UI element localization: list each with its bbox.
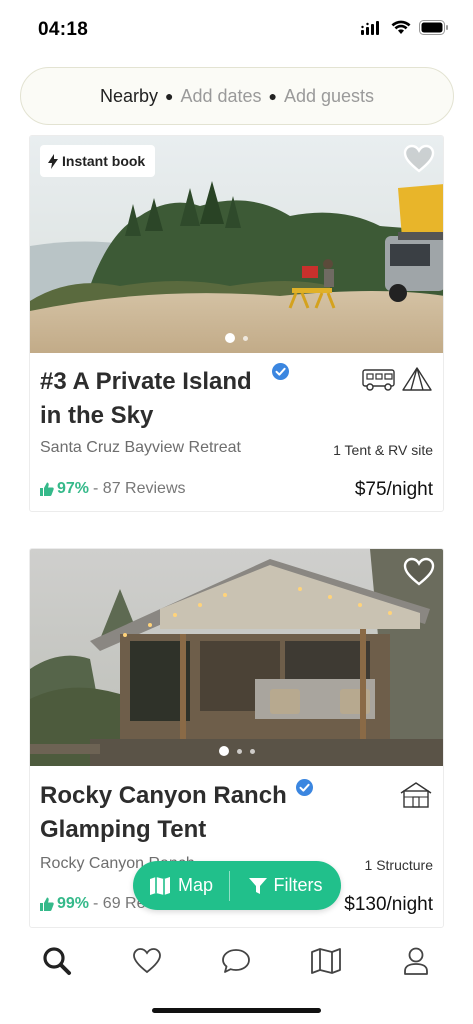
search-bar[interactable]: Nearby ● Add dates ● Add guests — [20, 67, 454, 125]
status-time: 04:18 — [38, 19, 89, 40]
filters-button[interactable]: Filters — [230, 861, 341, 910]
listing-title-line1: #3 A Private Island — [40, 368, 252, 395]
rating-percent: 97% — [57, 480, 90, 497]
tab-messages[interactable] — [216, 941, 256, 981]
guests-filter[interactable]: Add guests — [284, 86, 374, 107]
site-type: 1 Structure — [364, 857, 433, 873]
photo-pagination-dots — [30, 746, 443, 756]
site-type-icons — [399, 781, 433, 814]
listing-title[interactable]: #3 A Private Island in the Sky — [40, 365, 360, 433]
pagination-dot — [236, 748, 242, 754]
rating: 97% - 87 Reviews — [40, 480, 186, 498]
verified-badge-icon — [272, 363, 289, 380]
listing-title-line2: Glamping Tent — [40, 816, 207, 843]
map-icon — [149, 876, 170, 895]
instant-book-badge: Instant book — [40, 145, 156, 177]
pagination-dot — [243, 335, 248, 341]
rating-percent: 99% — [57, 895, 90, 912]
battery-icon — [419, 20, 448, 35]
price: $130/night — [344, 894, 433, 915]
tab-search[interactable] — [37, 941, 77, 981]
heart-icon — [132, 948, 161, 974]
price: $75/night — [354, 479, 433, 500]
dates-filter[interactable]: Add dates — [180, 86, 261, 107]
thumbs-up-icon — [40, 897, 54, 911]
status-bar: 04:18 — [0, 0, 473, 60]
map-button-label: Map — [177, 875, 213, 895]
listing-card[interactable]: Instant book #3 A Private Island in the … — [29, 135, 444, 512]
site-type: 1 Tent & RV site — [333, 442, 433, 458]
separator-dot: ● — [268, 88, 277, 104]
lightning-bolt-icon — [48, 153, 58, 169]
tent-icon — [402, 367, 432, 391]
host-name: Santa Cruz Bayview Retreat — [40, 439, 241, 456]
pagination-dot — [249, 748, 255, 754]
wifi-icon — [391, 20, 411, 34]
bottom-tab-bar — [0, 936, 473, 986]
favorite-heart-icon[interactable] — [403, 144, 435, 174]
map-icon — [311, 948, 342, 974]
map-button[interactable]: Map — [133, 861, 229, 910]
cellular-signal-icon — [361, 20, 379, 35]
favorite-heart-icon[interactable] — [403, 557, 435, 587]
site-type-icons — [361, 366, 433, 397]
tab-profile[interactable] — [396, 941, 436, 981]
filter-funnel-icon — [248, 877, 267, 894]
listing-photo[interactable]: Instant book — [30, 136, 443, 353]
tab-map[interactable] — [306, 941, 346, 981]
map-filters-floating-button: Map Filters — [133, 861, 341, 910]
location-filter[interactable]: Nearby — [100, 86, 158, 107]
photo-pagination-dots — [30, 333, 443, 343]
profile-icon — [404, 947, 428, 975]
home-indicator — [152, 1008, 321, 1013]
rv-icon — [361, 369, 395, 391]
chat-icon — [222, 949, 251, 973]
review-count: - 87 Reviews — [93, 480, 186, 497]
tab-favorites[interactable] — [127, 941, 167, 981]
verified-badge-icon — [296, 779, 313, 796]
listing-photo[interactable] — [30, 549, 443, 766]
listing-title-line2: in the Sky — [40, 402, 154, 429]
status-icons — [361, 20, 449, 35]
search-icon — [43, 947, 71, 975]
pagination-dot-active — [225, 333, 235, 343]
cabin-icon — [400, 782, 432, 808]
badge-label: Instant book — [62, 153, 146, 169]
pagination-dot-active — [218, 746, 229, 756]
thumbs-up-icon — [40, 482, 54, 496]
separator-dot: ● — [164, 88, 174, 104]
glamping-tent-photo-image — [30, 549, 443, 766]
filters-button-label: Filters — [273, 875, 323, 895]
